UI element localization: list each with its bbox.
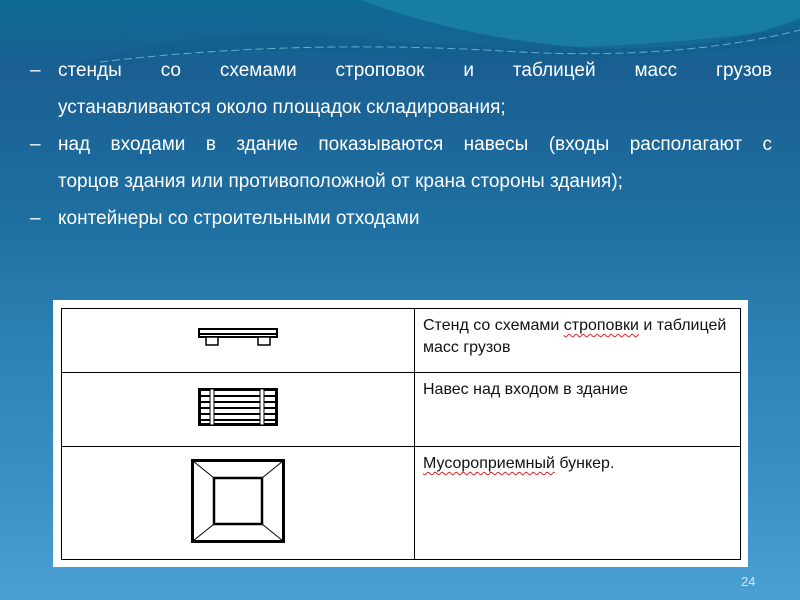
description-cell: Стенд со схемами строповки и таблицей ма…: [414, 308, 741, 373]
bullet-item: – контейнеры со строительными отходами: [30, 200, 772, 237]
description-cell: Мусороприемный бункер.: [414, 446, 741, 560]
bullet-dash: –: [30, 208, 41, 229]
table-row: Мусороприемный бункер.: [61, 446, 741, 560]
bullet-item: – над входами в здание показываются наве…: [30, 126, 772, 200]
symbol-cell: [61, 308, 415, 373]
bullet-text-line: устанавливаются около площадок складиров…: [58, 97, 506, 118]
symbol-cell: [61, 372, 415, 447]
stand-symbol-icon: [198, 328, 278, 346]
bullet-list: – стенды со схемами строповок и таблицей…: [30, 52, 772, 237]
symbols-table-panel: Стенд со схемами строповки и таблицей ма…: [53, 300, 748, 567]
symbol-cell: [61, 446, 415, 560]
spellcheck-underlined-word: Мусороприемный: [423, 455, 555, 472]
bullet-dash: –: [30, 60, 41, 81]
canopy-symbol-icon: [198, 388, 278, 426]
waste-bunker-symbol-icon: [191, 458, 285, 543]
spellcheck-underlined-word: строповки: [563, 317, 639, 334]
symbols-table: Стенд со схемами строповки и таблицей ма…: [61, 308, 741, 560]
bullet-text-line: торцов здания или противоположной от кра…: [58, 171, 623, 192]
bullet-text-line: контейнеры со строительными отходами: [58, 208, 420, 229]
description-cell: Навес над входом в здание: [414, 372, 741, 447]
bullet-text-line: стенды со схемами строповок и таблицей м…: [58, 60, 772, 81]
bullet-text-line: над входами в здание показываются навесы…: [58, 134, 772, 155]
bullet-item: – стенды со схемами строповок и таблицей…: [30, 52, 772, 126]
table-row: Стенд со схемами строповки и таблицей ма…: [61, 308, 741, 373]
table-row: Навес над входом в здание: [61, 372, 741, 447]
bullet-dash: –: [30, 134, 41, 155]
page-number: 24: [741, 574, 756, 589]
